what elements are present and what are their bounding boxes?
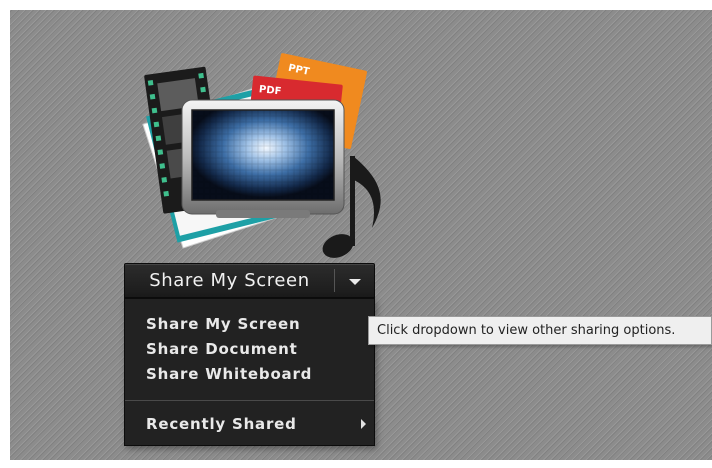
share-pod-background: PPT PDF Share My Screen Share My Screen …	[10, 10, 712, 460]
monitor-icon	[181, 99, 345, 218]
share-split-button: Share My Screen	[124, 263, 375, 298]
chevron-down-icon[interactable]	[335, 264, 374, 297]
share-options-menu: Share My Screen Share Document Share Whi…	[124, 298, 375, 446]
pdf-badge-label: PDF	[258, 84, 281, 97]
menu-item-share-my-screen[interactable]: Share My Screen	[125, 312, 374, 336]
tooltip: Click dropdown to view other sharing opt…	[368, 316, 712, 345]
share-illustration: PPT PDF	[142, 53, 381, 258]
share-my-screen-button[interactable]: Share My Screen	[125, 264, 334, 297]
menu-item-share-document[interactable]: Share Document	[125, 337, 374, 361]
menu-item-share-whiteboard[interactable]: Share Whiteboard	[125, 362, 374, 386]
menu-divider	[125, 400, 374, 401]
menu-item-recently-shared[interactable]: Recently Shared	[125, 412, 374, 436]
submenu-arrow-icon	[361, 419, 366, 429]
recently-shared-label: Recently Shared	[146, 415, 297, 433]
